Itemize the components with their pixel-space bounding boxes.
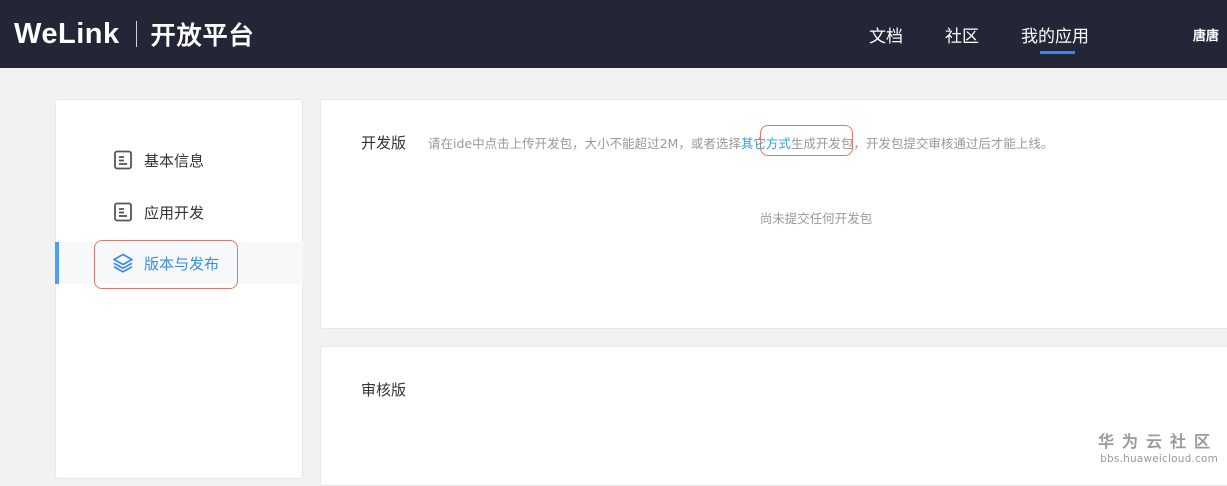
document-icon — [114, 150, 132, 170]
top-header: WeLink 开放平台 文档 社区 我的应用 唐唐 — [0, 0, 1227, 68]
watermark-main: 华为云社区 — [1098, 432, 1219, 451]
user-name[interactable]: 唐唐 — [1193, 25, 1219, 44]
logo[interactable]: WeLink 开放平台 — [14, 16, 255, 52]
platform-title: 开放平台 — [150, 21, 255, 50]
document-icon — [114, 202, 132, 222]
nav-community[interactable]: 社区 — [945, 22, 979, 47]
watermark-sub: bbs.huaweicloud.com — [1100, 453, 1219, 465]
nav-docs[interactable]: 文档 — [869, 22, 903, 47]
hint-text: 生成开发包，开发包提交审核通过后才能上线。 — [790, 136, 1054, 151]
review-version-title: 审核版 — [361, 381, 407, 399]
dev-version-hint: 请在ide中点击上传开发包，大小不能超过2M，或者选择其它方式生成开发包，开发包… — [428, 133, 1053, 152]
hint-text: 请在ide中点击上传开发包，大小不能超过2M，或者选择 — [428, 136, 741, 151]
welink-logo: WeLink — [14, 17, 120, 50]
sidebar-item-version-release[interactable]: 版本与发布 — [55, 242, 303, 284]
sidebar-item-basic-info[interactable]: 基本信息 — [56, 139, 303, 181]
empty-state: 尚未提交任何开发包 — [759, 211, 873, 226]
dev-version-title: 开发版 — [361, 134, 407, 152]
review-version-card: 审核版 — [320, 346, 1227, 486]
sidebar-item-label: 版本与发布 — [144, 255, 220, 273]
other-methods-link[interactable]: 其它方式 — [741, 136, 791, 151]
dev-version-card: 开发版 请在ide中点击上传开发包，大小不能超过2M，或者选择其它方式生成开发包… — [320, 99, 1227, 329]
sidebar-item-app-dev[interactable]: 应用开发 — [56, 191, 303, 233]
watermark: 华为云社区 bbs.huaweicloud.com — [1098, 428, 1218, 465]
logo-divider — [135, 21, 137, 47]
sidebar-item-label: 应用开发 — [144, 204, 205, 222]
sidebar: 基本信息 应用开发 版本与发布 — [55, 99, 303, 479]
layers-icon — [113, 253, 133, 273]
sidebar-item-label: 基本信息 — [144, 152, 205, 170]
nav-my-apps[interactable]: 我的应用 — [1021, 22, 1089, 47]
nav-active-indicator — [1040, 51, 1075, 54]
